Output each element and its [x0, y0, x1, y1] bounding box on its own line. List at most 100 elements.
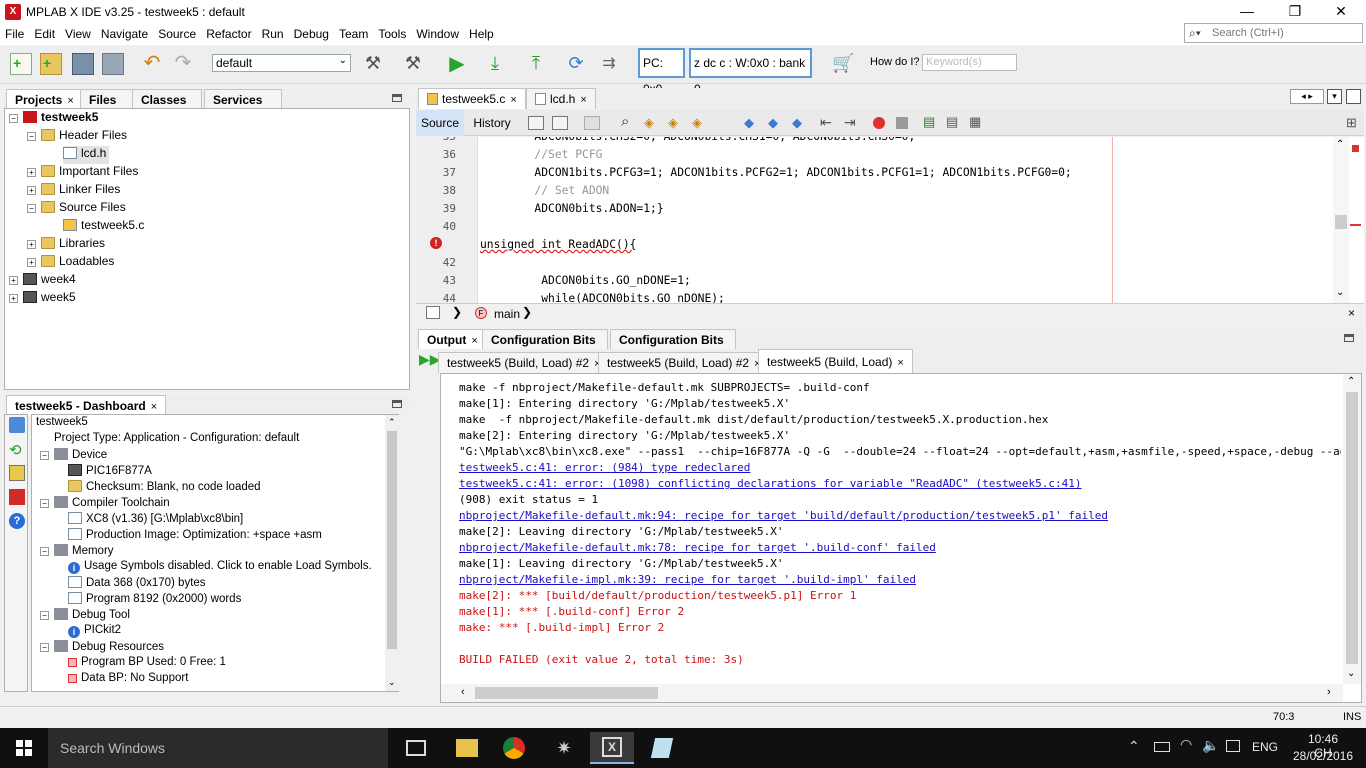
code-line[interactable]: ADCON0bits.GO_nDONE=1; — [480, 272, 691, 290]
close-icon[interactable]: × — [580, 94, 586, 106]
code-editor[interactable]: 35 ADCON0bits.CHS2=0; ADCON0bits.CHS1=0;… — [416, 137, 1364, 303]
toggle-bookmark-icon[interactable]: ◆ — [792, 115, 802, 131]
close-icon[interactable]: × — [510, 94, 516, 106]
tab-services[interactable]: Services — [204, 89, 282, 109]
close-icon[interactable]: × — [1348, 306, 1355, 320]
close-button[interactable]: ✕ — [1318, 0, 1364, 24]
search-input[interactable]: ⌕▾ Search (Ctrl+I) — [1184, 23, 1363, 43]
code-line[interactable]: ADCON1bits.PCFG3=1; ADCON1bits.PCFG2=1; … — [480, 164, 1071, 182]
close-icon[interactable]: × — [471, 335, 477, 347]
find-icon[interactable]: ⌕ — [621, 113, 629, 130]
collapse-icon[interactable]: − — [40, 643, 49, 652]
undo-icon[interactable]: ↶ — [141, 53, 163, 75]
output-hscrollbar[interactable]: ‹ › — [441, 684, 1343, 702]
error-annotation-icon[interactable]: ! — [430, 237, 442, 249]
menu-source[interactable]: Source — [153, 24, 201, 44]
record-macro-icon[interactable] — [873, 117, 885, 129]
scroll-left-icon[interactable]: ‹ — [461, 686, 465, 698]
code-line[interactable]: ADCON0bits.ADON=1;} — [480, 200, 663, 218]
menu-window[interactable]: Window — [411, 24, 464, 44]
menu-debug[interactable]: Debug — [289, 24, 334, 44]
redo-icon[interactable]: ↷ — [172, 53, 194, 75]
editor-scrollbar[interactable]: ⌃ ⌄ — [1333, 137, 1349, 303]
output-error-link[interactable]: nbproject/Makefile-impl.mk:39: recipe fo… — [459, 572, 916, 588]
menu-file[interactable]: File — [0, 24, 29, 44]
clock-date[interactable]: 28/02/2016 — [1290, 749, 1356, 763]
error-marker[interactable] — [1352, 145, 1359, 152]
tree-header-files[interactable]: − Header Files — [27, 128, 127, 146]
close-icon[interactable]: × — [151, 401, 157, 413]
find-next-icon[interactable]: ◈ — [668, 115, 678, 131]
code-line[interactable]: unsigned int ReadADC(){ — [480, 236, 636, 254]
minimize-panel-icon[interactable] — [392, 400, 402, 408]
shift-right-icon[interactable]: ⇥ — [844, 114, 856, 131]
collapse-icon[interactable]: − — [40, 451, 49, 460]
tab-classes[interactable]: Classes — [132, 89, 202, 109]
task-view-icon[interactable] — [394, 732, 438, 764]
show-hidden-icons[interactable]: ⌃ — [1128, 738, 1140, 755]
breadcrumb-item-main[interactable]: main — [494, 307, 520, 321]
save-all-icon[interactable] — [102, 53, 124, 75]
menu-view[interactable]: View — [60, 24, 96, 44]
scrollbar-thumb[interactable] — [1335, 215, 1347, 229]
tab-configuration-bits[interactable]: Configuration Bits — [482, 329, 608, 349]
shopping-cart-icon[interactable]: 🛒 — [832, 53, 854, 75]
open-project-icon[interactable] — [72, 53, 94, 75]
tree-project-week4[interactable]: + week4 — [9, 272, 76, 290]
hammer-icon[interactable]: ⚒ — [362, 53, 384, 75]
scrollbar-thumb[interactable] — [1346, 392, 1358, 664]
tab-configuration-bits-2[interactable]: Configuration Bits — [610, 329, 736, 349]
scroll-down-icon[interactable]: ⌄ — [1336, 287, 1344, 298]
output-error-link[interactable]: nbproject/Makefile-default.mk:94: recipe… — [459, 508, 1108, 524]
minimize-panel-icon[interactable] — [1344, 334, 1354, 342]
minimize-panel-icon[interactable] — [392, 94, 402, 102]
language-indicator[interactable]: ENG — [1252, 740, 1278, 754]
keyword-input[interactable]: Keyword(s) — [922, 54, 1017, 71]
collapse-icon[interactable]: − — [40, 547, 49, 556]
split-editor-icon[interactable]: ⊞ — [1346, 115, 1357, 131]
chrome-icon[interactable] — [492, 732, 536, 764]
reload-icon[interactable]: ⟲ — [9, 443, 25, 459]
subtab-build-load-2a[interactable]: testweek5 (Build, Load) #2× — [438, 352, 610, 373]
keyboard-icon[interactable] — [1226, 740, 1240, 752]
mplab-ipe-icon[interactable]: ✷ — [542, 732, 586, 764]
history-tab[interactable]: History — [468, 110, 516, 136]
stop-macro-icon[interactable] — [896, 117, 908, 129]
code-line[interactable]: //Set PCFG — [480, 146, 602, 164]
tree-important-files[interactable]: + Important Files — [27, 164, 138, 182]
tab-nav-left-icon[interactable]: ◂ ▸ — [1290, 89, 1324, 104]
configuration-select[interactable]: default ⌄ — [212, 54, 351, 72]
output-vscrollbar[interactable]: ⌃ ⌄ — [1343, 374, 1361, 684]
mplab-x-icon[interactable]: X — [590, 732, 634, 764]
output-error-link[interactable]: testweek5.c:41: error: (984) type redecl… — [459, 460, 750, 476]
new-file-icon[interactable]: + — [40, 53, 62, 75]
next-bookmark-icon[interactable]: ◆ — [768, 115, 778, 131]
diff-icon[interactable]: ▦ — [969, 114, 981, 130]
clean-build-icon[interactable]: ⚒ — [402, 53, 424, 75]
scroll-up-icon[interactable]: ⌃ — [1336, 139, 1344, 150]
maximize-editor-icon[interactable] — [1346, 89, 1361, 104]
navigator-icon[interactable] — [426, 306, 440, 319]
subtab-build-load[interactable]: testweek5 (Build, Load) × — [758, 349, 913, 373]
menu-navigate[interactable]: Navigate — [96, 24, 153, 44]
last-edit-icon[interactable] — [528, 116, 544, 130]
tab-lcd-h[interactable]: lcd.h × — [526, 88, 596, 109]
program-device-icon[interactable]: ⤓ — [484, 53, 506, 75]
find-previous-icon[interactable]: ◈ — [644, 115, 654, 131]
hold-reset-icon[interactable]: ⇉ — [598, 53, 620, 75]
scroll-right-icon[interactable]: › — [1327, 686, 1331, 698]
maximize-button[interactable]: ❐ — [1272, 0, 1318, 24]
collapse-icon[interactable]: − — [40, 499, 49, 508]
shift-left-icon[interactable]: ⇤ — [820, 114, 832, 131]
output-error-link[interactable]: testweek5.c:41: error: (1098) conflictin… — [459, 476, 1082, 492]
code-line[interactable]: // Set ADON — [480, 182, 609, 200]
refresh-icon[interactable] — [9, 417, 25, 433]
error-marker[interactable] — [1350, 224, 1361, 226]
run-icon[interactable]: ▶ — [446, 53, 468, 75]
notepad-icon[interactable] — [640, 732, 684, 764]
menu-help[interactable]: Help — [464, 24, 499, 44]
tree-file-lcd-h[interactable]: lcd.h — [63, 146, 110, 164]
chip-icon[interactable] — [9, 465, 25, 481]
menu-tools[interactable]: Tools — [373, 24, 411, 44]
volume-icon[interactable]: 🔈 — [1202, 737, 1219, 754]
